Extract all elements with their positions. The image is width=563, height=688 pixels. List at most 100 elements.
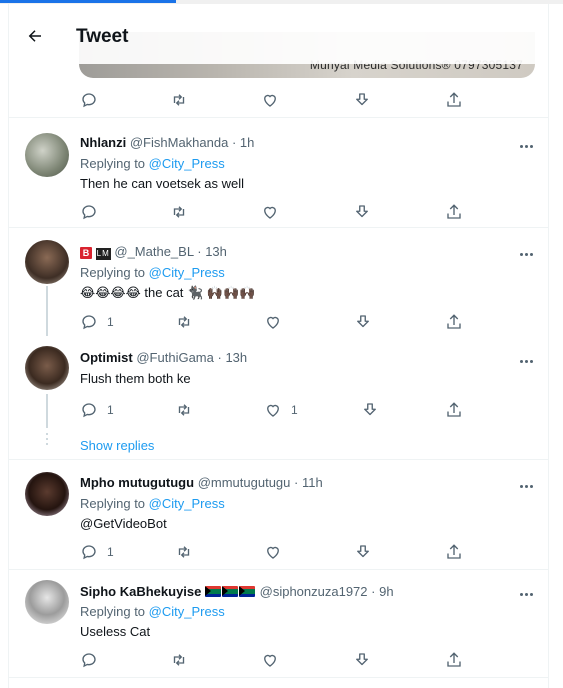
more-options-button[interactable] [516,353,536,365]
reply-tweet[interactable]: Mpho mutugutugu @mmutugutugu · 11h Reply… [9,460,548,570]
user-handle[interactable]: @mmutugutugu [198,475,291,490]
replying-to-label: Replying to [80,265,146,280]
user-name[interactable]: Sipho KaBhekuyise [80,584,201,599]
retweet-button[interactable] [170,202,188,222]
separator-dot: · [294,475,299,490]
retweet-button[interactable] [170,650,188,670]
browser-tab-indicator [0,0,176,3]
replying-to-line: Replying to @City_Press [80,156,225,171]
thread-dots [45,433,49,448]
like-button[interactable] [261,650,279,670]
reply-tweet[interactable]: B LM @_Mathe_BL · 13h Replying to @City_… [9,228,548,336]
download-button[interactable] [353,90,371,110]
user-handle[interactable]: @FishMakhanda [130,135,228,150]
tweet-meta: B LM @_Mathe_BL · 13h [80,244,227,260]
like-button[interactable] [264,312,282,332]
reply-tweet[interactable]: Sipho KaBhekuyise @siphonzuza1972 · 9h R… [9,570,548,678]
avatar[interactable] [25,580,69,624]
like-button[interactable]: 1 [264,400,298,420]
name-badge-b[interactable]: B [80,247,92,259]
more-options-button[interactable] [516,246,536,258]
reply-button[interactable] [80,650,98,670]
user-name[interactable]: Mpho mutugutugu [80,475,194,490]
reply-tweet[interactable]: Optimist @FuthiGama · 13h Flush them bot… [9,336,548,460]
speech-bubble-icon [82,93,96,108]
share-button[interactable] [445,650,463,670]
user-handle[interactable]: @FuthiGama [136,350,214,365]
share-icon [447,544,461,559]
south-africa-flag-icon [239,586,255,597]
reply-button[interactable] [80,202,98,222]
retweet-button[interactable] [175,400,193,420]
speech-bubble-icon [82,205,96,220]
replying-to-mention[interactable]: @City_Press [149,156,225,171]
avatar[interactable] [25,346,69,390]
tweet-text-mention[interactable]: @GetVideoBot [80,516,167,531]
separator-dot: · [197,244,202,259]
download-button[interactable] [354,312,372,332]
speech-bubble-icon [82,545,96,560]
user-name[interactable]: Nhlanzi [80,135,126,150]
retweet-button[interactable] [175,312,193,332]
retweet-icon [173,206,185,218]
user-name[interactable]: Optimist [80,350,133,365]
share-button[interactable] [445,90,463,110]
replying-to-label: Replying to [80,604,146,619]
download-button[interactable] [361,400,379,420]
page-header: Tweet [9,4,548,64]
name-badge-lm[interactable]: LM [95,248,111,260]
more-dots-icon [519,475,534,493]
retweet-button[interactable] [170,90,188,110]
heart-icon [267,404,279,417]
arrow-left-icon [28,30,41,42]
download-button[interactable] [353,202,371,222]
replying-to-mention[interactable]: @City_Press [149,265,225,280]
timestamp[interactable]: 13h [205,244,227,259]
timestamp[interactable]: 9h [379,584,393,599]
share-button[interactable] [445,542,463,562]
heart-icon [264,206,276,219]
back-button[interactable] [23,24,47,48]
avatar[interactable] [25,133,69,177]
share-icon [447,92,461,107]
tweet-text: Then he can voetsek as well [80,176,245,191]
more-options-button[interactable] [516,478,536,490]
like-button[interactable] [261,202,279,222]
retweet-icon [173,94,185,106]
reply-button[interactable] [80,90,98,110]
more-options-button[interactable] [516,586,536,598]
replying-to-mention[interactable]: @City_Press [149,604,225,619]
avatar[interactable] [25,472,69,516]
reply-button[interactable]: 1 [80,312,114,332]
retweet-button[interactable] [175,542,193,562]
user-handle[interactable]: @siphonzuza1972 [260,584,368,599]
user-handle[interactable]: @_Mathe_BL [114,244,193,259]
retweet-icon [178,546,190,558]
like-button[interactable] [261,90,279,110]
download-button[interactable] [354,542,372,562]
more-options-button[interactable] [516,138,536,150]
heart-icon [264,94,276,107]
download-icon [356,205,368,218]
show-replies-link[interactable]: Show replies [80,438,154,453]
more-dots-icon [519,350,534,368]
timestamp[interactable]: 1h [240,135,254,150]
reply-count: 1 [107,315,114,329]
more-dots-icon [519,583,534,601]
reply-button[interactable]: 1 [80,400,114,420]
share-button[interactable] [445,400,463,420]
like-button[interactable] [264,542,282,562]
reply-button[interactable]: 1 [80,542,114,562]
timeline-column: Munyai Media Solutions® 0797305137 Tweet… [8,4,549,688]
replying-to-mention[interactable]: @City_Press [149,496,225,511]
reply-tweet[interactable]: Nhlanzi @FishMakhanda · 1h Replying to @… [9,118,548,228]
retweet-icon [173,654,185,666]
download-button[interactable] [353,650,371,670]
action-bar [80,202,470,222]
timestamp[interactable]: 11h [302,475,323,490]
share-button[interactable] [445,202,463,222]
download-icon [364,403,376,416]
timestamp[interactable]: 13h [225,350,247,365]
avatar[interactable] [25,240,69,284]
share-button[interactable] [445,312,463,332]
